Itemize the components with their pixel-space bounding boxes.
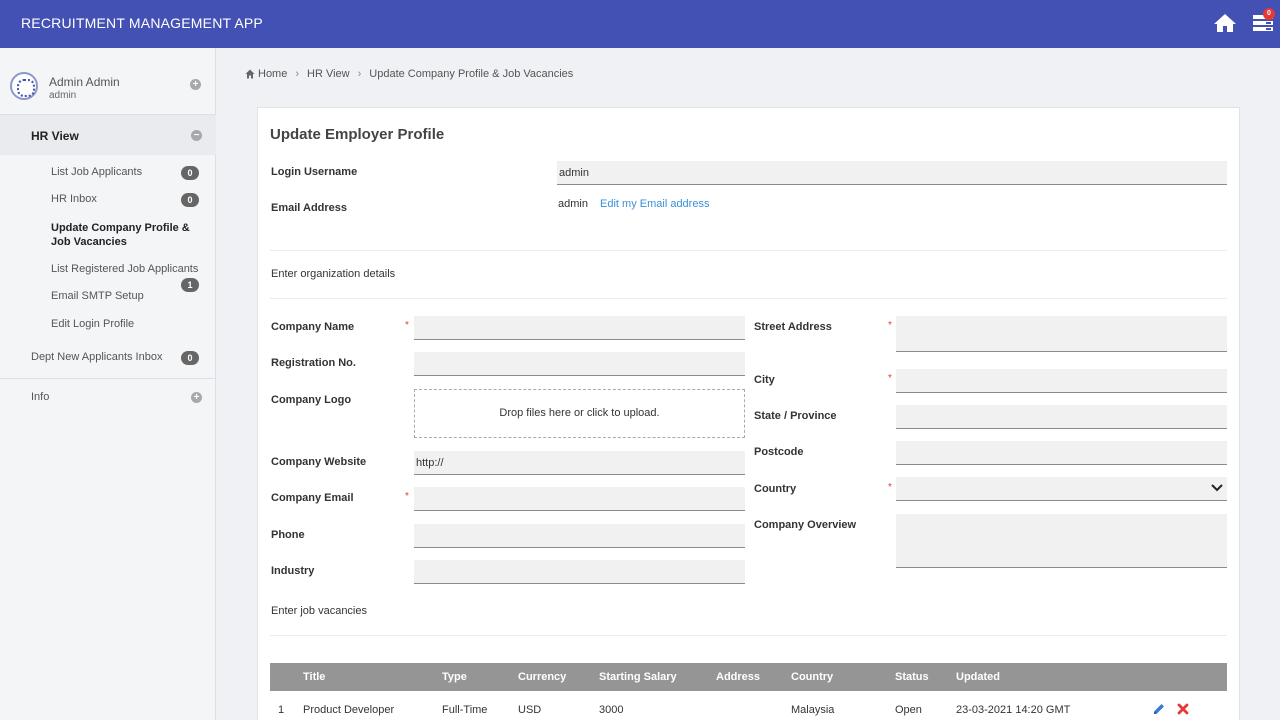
- user-role: admin: [49, 90, 77, 101]
- page-title: Update Employer Profile: [270, 126, 445, 143]
- sidebar-item-list-registered-applicants[interactable]: List Registered Job Applicants: [51, 263, 198, 275]
- sidebar-divider: [0, 378, 216, 379]
- industry-input[interactable]: [414, 560, 745, 584]
- sidebar-item-dept-inbox[interactable]: Dept New Applicants Inbox: [31, 351, 162, 363]
- collapse-minus-icon[interactable]: −: [191, 130, 202, 141]
- sidebar-section-hr-view[interactable]: HR View −: [0, 115, 216, 155]
- state-label: State / Province: [754, 410, 837, 422]
- home-icon[interactable]: [1213, 12, 1237, 34]
- count-badge: 1: [181, 278, 199, 292]
- company-overview-label: Company Overview: [754, 519, 857, 531]
- required-mark: *: [888, 373, 892, 384]
- cell-type: Full-Time: [442, 704, 488, 716]
- industry-label: Industry: [271, 565, 315, 577]
- cell-currency: USD: [518, 704, 542, 716]
- home-icon: [245, 69, 255, 79]
- street-address-label: Street Address: [754, 321, 832, 333]
- required-mark: *: [405, 320, 409, 331]
- company-name-input[interactable]: [414, 316, 745, 340]
- cell-country: Malaysia: [791, 704, 835, 716]
- sidebar-item-info[interactable]: Info: [31, 391, 49, 403]
- registration-label: Registration No.: [271, 357, 356, 369]
- col-starting-salary: Starting Salary: [599, 671, 677, 683]
- breadcrumb-home[interactable]: Home: [258, 68, 287, 80]
- cell-updated: 23-03-2021 14:20 GMT: [956, 704, 1071, 716]
- state-input[interactable]: [896, 405, 1227, 429]
- section-divider: [270, 250, 1227, 251]
- company-name-label: Company Name: [271, 321, 355, 333]
- edit-email-link[interactable]: Edit my Email address: [600, 198, 709, 210]
- breadcrumb: Home › HR View › Update Company Profile …: [245, 68, 573, 80]
- count-badge: 0: [181, 351, 199, 365]
- postcode-label: Postcode: [754, 446, 804, 458]
- notification-badge: 0: [1263, 8, 1275, 20]
- sidebar-item-hr-inbox[interactable]: HR Inbox: [51, 193, 97, 205]
- expand-plus-icon[interactable]: +: [190, 79, 201, 90]
- cell-title: Product Developer: [303, 704, 395, 716]
- company-email-input[interactable]: [414, 487, 745, 511]
- avatar: [10, 72, 38, 100]
- table-row: 1 Product Developer Full-Time USD 3000 M…: [270, 698, 1227, 720]
- delete-x-icon[interactable]: [1176, 702, 1190, 716]
- cell-status: Open: [895, 704, 922, 716]
- sidebar-section-label: HR View: [31, 129, 79, 143]
- chevron-down-icon: [1211, 484, 1223, 492]
- jobs-table-header: Title Type Currency Starting Salary Addr…: [270, 663, 1227, 691]
- org-section-heading: Enter organization details: [271, 268, 396, 280]
- company-logo-label: Company Logo: [271, 394, 352, 406]
- col-status: Status: [895, 671, 929, 683]
- top-navbar: RECRUITMENT MANAGEMENT APP 0: [0, 0, 1280, 48]
- logo-dropzone[interactable]: Drop files here or click to upload.: [414, 389, 745, 438]
- breadcrumb-hr-view[interactable]: HR View: [307, 68, 350, 80]
- login-username-label: Login Username: [271, 166, 358, 178]
- street-address-input[interactable]: [896, 316, 1227, 352]
- company-website-label: Company Website: [271, 456, 367, 468]
- jobs-section-heading: Enter job vacancies: [271, 605, 367, 617]
- section-divider: [270, 635, 1227, 636]
- expand-plus-icon[interactable]: +: [191, 392, 202, 403]
- login-username-field[interactable]: admin: [557, 161, 1227, 185]
- user-profile-box[interactable]: Admin Admin admin +: [0, 64, 216, 114]
- email-value: admin Edit my Email address: [558, 198, 709, 210]
- registration-input[interactable]: [414, 352, 745, 376]
- company-website-input[interactable]: http://: [414, 451, 745, 475]
- employer-profile-panel: Update Employer Profile Login Username a…: [257, 107, 1240, 720]
- col-title: Title: [303, 671, 326, 683]
- breadcrumb-current: Update Company Profile & Job Vacancies: [369, 68, 574, 80]
- edit-pencil-icon[interactable]: [1152, 702, 1166, 716]
- user-name: Admin Admin: [49, 75, 120, 89]
- row-number: 1: [278, 704, 285, 716]
- col-type: Type: [442, 671, 467, 683]
- sidebar-item-email-smtp-setup[interactable]: Email SMTP Setup: [51, 290, 144, 302]
- count-badge: 0: [181, 193, 199, 207]
- count-badge: 0: [181, 166, 199, 180]
- sidebar-item-update-company-profile[interactable]: Update Company Profile & Job Vacancies: [51, 221, 201, 249]
- required-mark: *: [405, 491, 409, 502]
- col-country: Country: [791, 671, 834, 683]
- email-label: Email Address: [271, 202, 348, 214]
- app-title: RECRUITMENT MANAGEMENT APP: [21, 15, 263, 31]
- postcode-input[interactable]: [896, 441, 1227, 465]
- col-currency: Currency: [518, 671, 567, 683]
- required-mark: *: [888, 482, 892, 493]
- sidebar: Admin Admin admin + HR View − List Job A…: [0, 48, 216, 720]
- section-divider: [270, 298, 1227, 299]
- city-input[interactable]: [896, 369, 1227, 393]
- col-updated: Updated: [956, 671, 1000, 683]
- company-email-label: Company Email: [271, 492, 354, 504]
- phone-input[interactable]: [414, 524, 745, 548]
- sidebar-item-list-job-applicants[interactable]: List Job Applicants: [51, 166, 142, 178]
- city-label: City: [754, 374, 775, 386]
- country-select[interactable]: [896, 477, 1227, 501]
- sidebar-item-edit-login-profile[interactable]: Edit Login Profile: [51, 318, 134, 330]
- email-text: admin: [558, 198, 588, 210]
- phone-label: Phone: [271, 529, 305, 541]
- col-address: Address: [716, 671, 761, 683]
- chevron-right-icon: ›: [295, 68, 300, 80]
- required-mark: *: [888, 320, 892, 331]
- company-overview-textarea[interactable]: [896, 514, 1227, 568]
- cell-salary: 3000: [599, 704, 624, 716]
- country-label: Country: [754, 483, 797, 495]
- chevron-right-icon: ›: [357, 68, 362, 80]
